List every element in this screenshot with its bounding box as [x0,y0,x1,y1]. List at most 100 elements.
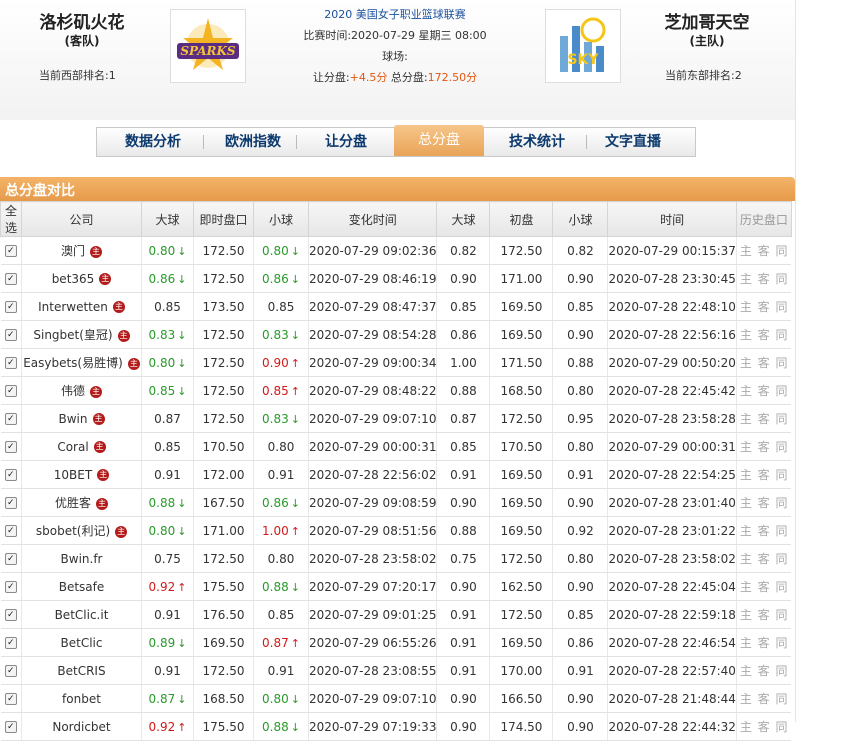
company-name[interactable]: Bwin.fr [61,552,103,566]
arrow-down-icon: ↓ [177,356,187,370]
history-links[interactable]: 主 客 同 [740,300,789,314]
history-links[interactable]: 主 客 同 [740,244,789,258]
under-odds: 0.91 [267,467,295,482]
opening-over: 0.85 [450,299,477,314]
history-links[interactable]: 主 客 同 [740,636,789,650]
opening-under: 0.91 [567,663,594,678]
company-name[interactable]: BetCRIS [57,664,105,678]
home-badge-icon[interactable]: 主 [117,329,130,342]
tab-data-analysis[interactable]: 数据分析 [108,127,198,156]
home-badge-icon[interactable]: 主 [127,357,140,370]
tab-live-text[interactable]: 文字直播 [588,127,678,156]
odds-table: 全选 公司 大球 即时盘口 小球 变化时间 大球 初盘 小球 时间 历史盘口 ✓… [0,201,792,741]
row-checkbox[interactable]: ✓ [4,693,17,705]
company-name[interactable]: Singbet(皇冠) [33,328,112,342]
row-checkbox[interactable]: ✓ [4,301,17,313]
row-checkbox[interactable]: ✓ [4,385,17,397]
row-checkbox[interactable]: ✓ [4,637,17,649]
history-links[interactable]: 主 客 同 [740,412,789,426]
opening-under: 0.90 [567,691,594,706]
away-team-rank: 当前西部排名:1 [39,69,116,82]
home-badge-icon[interactable]: 主 [99,273,112,285]
history-links[interactable]: 主 客 同 [740,328,789,342]
opening-line: 172.50 [500,411,543,426]
company-name[interactable]: sbobet(利记) [36,524,110,538]
company-name[interactable]: 澳门 [61,244,85,258]
arrow-up-icon: ↑ [177,720,187,734]
home-badge-icon[interactable]: 主 [92,413,105,425]
company-name[interactable]: 伟德 [61,384,85,398]
company-name[interactable]: 10BET [54,468,92,482]
live-line: 172.50 [202,355,245,370]
company-name[interactable]: BetClic.it [55,608,109,622]
opening-line: 172.50 [500,607,543,622]
opening-over: 0.90 [450,579,477,594]
home-badge-icon[interactable]: 主 [115,525,128,538]
row-checkbox[interactable]: ✓ [4,329,17,341]
company-name[interactable]: Betsafe [59,580,105,594]
company-name[interactable]: Coral [57,440,88,454]
opening-line: 168.50 [500,383,543,398]
row-checkbox[interactable]: ✓ [4,469,17,481]
live-line: 172.00 [202,467,245,482]
total-label: 总分盘: [390,71,428,84]
history-links[interactable]: 主 客 同 [740,468,789,482]
history-links[interactable]: 主 客 同 [740,496,789,510]
row-checkbox[interactable]: ✓ [4,413,17,425]
company-name[interactable]: 优胜客 [55,496,91,510]
home-badge-icon[interactable]: 主 [96,497,108,510]
row-checkbox[interactable]: ✓ [4,245,17,257]
history-links[interactable]: 主 客 同 [740,552,789,566]
tab-handicap[interactable]: 让分盘 [302,127,390,156]
row-checkbox[interactable]: ✓ [4,665,17,677]
history-links[interactable]: 主 客 同 [740,664,789,678]
company-name[interactable]: Interwetten [38,300,108,314]
away-team-name[interactable]: 洛杉矶火花 [17,8,147,33]
home-team-name[interactable]: 芝加哥天空 [642,8,772,33]
tab-total-points[interactable]: 总分盘 [394,125,484,156]
row-checkbox[interactable]: ✓ [4,525,17,537]
over-odds: 0.80 [148,523,176,538]
history-links[interactable]: 主 客 同 [740,356,789,370]
company-name[interactable]: fonbet [62,692,101,706]
home-badge-icon[interactable]: 主 [112,301,125,313]
opening-under: 0.80 [567,439,594,454]
home-badge-icon[interactable]: 主 [97,469,110,481]
away-team-logo[interactable]: SPARKS [170,9,246,83]
row-checkbox[interactable]: ✓ [4,497,17,509]
home-badge-icon[interactable]: 主 [90,385,102,398]
opening-over: 0.86 [450,327,477,342]
opening-under-header: 小球 [552,201,609,237]
home-team-logo[interactable]: SKY [545,9,621,83]
company-name[interactable]: Easybets(易胜博) [23,356,123,370]
row-checkbox[interactable]: ✓ [4,273,17,285]
row-checkbox[interactable]: ✓ [4,553,17,565]
row-checkbox[interactable]: ✓ [4,609,17,621]
row-checkbox[interactable]: ✓ [4,357,17,369]
league-name[interactable]: 2020 美国女子职业篮球联赛 [270,4,520,25]
tab-european-odds[interactable]: 欧洲指数 [208,127,298,156]
row-checkbox[interactable]: ✓ [4,581,17,593]
arrow-down-icon: ↓ [290,244,300,258]
home-badge-icon[interactable]: 主 [93,441,106,453]
history-links[interactable]: 主 客 同 [740,272,789,286]
home-badge-icon[interactable]: 主 [90,245,102,258]
history-links[interactable]: 主 客 同 [740,692,789,706]
change-time: 2020-07-29 00:00:31 [309,439,437,454]
history-links[interactable]: 主 客 同 [740,580,789,594]
company-name[interactable]: Bwin [59,412,88,426]
history-links[interactable]: 主 客 同 [740,384,789,398]
table-row: ✓ Nordicbet 0.92 ↑ 175.50 0.88 ↓ 2020-07-29 07:… [0,712,792,741]
opening-time: 2020-07-28 22:48:10 [608,299,736,314]
history-links[interactable]: 主 客 同 [740,440,789,454]
company-name[interactable]: bet365 [52,272,95,286]
tab-tech-stats[interactable]: 技术统计 [492,127,582,156]
history-links[interactable]: 主 客 同 [740,524,789,538]
change-time: 2020-07-28 22:56:02 [309,467,437,482]
history-links[interactable]: 主 客 同 [740,720,789,734]
select-all-header[interactable]: 全选 [0,201,22,237]
row-checkbox[interactable]: ✓ [4,441,17,453]
history-links[interactable]: 主 客 同 [740,608,789,622]
company-name[interactable]: BetClic [61,636,103,650]
row-checkbox[interactable]: ✓ [4,721,17,733]
